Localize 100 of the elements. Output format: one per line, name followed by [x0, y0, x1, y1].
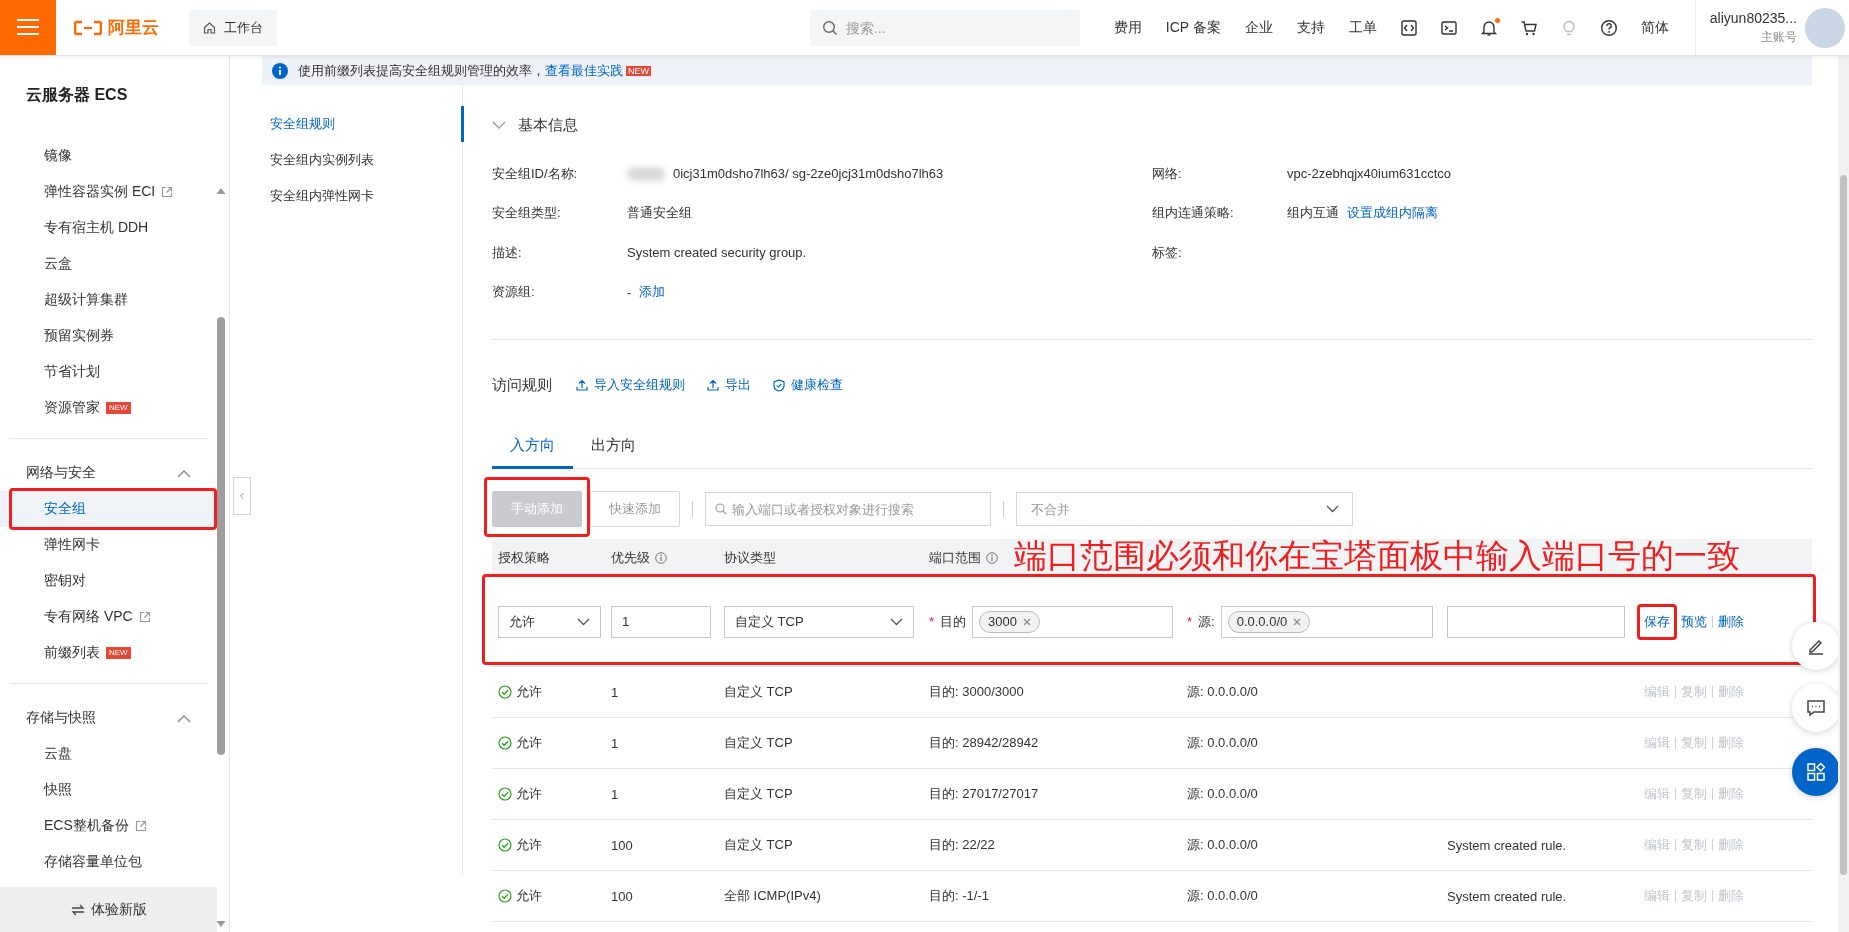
- terminal-icon[interactable]: [1439, 18, 1458, 37]
- description-input[interactable]: [1447, 605, 1625, 638]
- action-link[interactable]: 保存: [1639, 612, 1675, 631]
- field-value: 组内互通: [1287, 204, 1339, 223]
- info-icon: [272, 62, 288, 79]
- collapse-icon[interactable]: [177, 713, 191, 723]
- table-cell: 允许: [516, 887, 542, 905]
- required-mark: *: [929, 614, 935, 629]
- sidebar-item[interactable]: 节省计划: [0, 354, 217, 390]
- code-icon[interactable]: [1399, 18, 1418, 37]
- field-link[interactable]: 设置成组内隔离: [1347, 204, 1438, 223]
- section-title: 访问规则: [492, 375, 552, 395]
- chat-icon: [1806, 698, 1826, 718]
- section-heading[interactable]: 存储与快照: [26, 709, 96, 727]
- table-cell-text: 源: 0.0.0.0/0: [1187, 785, 1259, 803]
- sidebar-item[interactable]: 弹性容器实例 ECI: [0, 174, 217, 210]
- nav-link[interactable]: ICP 备案: [1153, 18, 1233, 37]
- edit-float-button[interactable]: [1792, 622, 1840, 670]
- field-label: 网络:: [1152, 164, 1183, 183]
- nav-link[interactable]: 企业: [1232, 18, 1285, 37]
- field-label: 资源组:: [492, 283, 536, 302]
- port-tag: 3000: [979, 610, 1040, 633]
- user-name[interactable]: aliyun80235...: [1709, 8, 1797, 28]
- language-link[interactable]: 简体: [1628, 18, 1681, 37]
- help-icon[interactable]: [1599, 18, 1618, 37]
- cart-icon[interactable]: [1519, 18, 1538, 37]
- sidebar-item[interactable]: 安全组: [0, 491, 217, 527]
- apps-float-button[interactable]: [1792, 748, 1840, 796]
- sidebar-item[interactable]: 密钥对: [0, 563, 217, 599]
- sidebar-item[interactable]: 快照: [0, 772, 217, 808]
- sidebar-item[interactable]: 弹性网卡: [0, 527, 217, 563]
- table-cell-text: 目的: -1/-1: [929, 887, 990, 905]
- sidebar-item[interactable]: 专有网络 VPC: [0, 599, 217, 635]
- bell-icon[interactable]: [1479, 18, 1498, 37]
- sidebar-item[interactable]: 超级计算集群: [0, 282, 217, 318]
- apps-icon: [1806, 762, 1826, 782]
- table-cell: 允许: [516, 785, 542, 803]
- field-value: -: [627, 284, 632, 300]
- policy-select[interactable]: 允许: [498, 605, 601, 638]
- field-link[interactable]: 添加: [639, 283, 666, 302]
- toolbar-link[interactable]: 导入安全组规则: [576, 376, 685, 394]
- sidebar-item[interactable]: 资源管家 NEW: [0, 390, 217, 426]
- new-version-button[interactable]: 体验新版: [0, 887, 217, 932]
- tab[interactable]: 入方向: [492, 424, 573, 469]
- section-heading[interactable]: 网络与安全: [26, 464, 96, 482]
- subnav-item[interactable]: 安全组规则: [230, 106, 462, 142]
- nav-link[interactable]: 费用: [1101, 18, 1154, 37]
- field-label: 组内连通策略:: [1152, 204, 1235, 223]
- source-field[interactable]: 0.0.0.0/0: [1220, 605, 1433, 638]
- nav-link[interactable]: 支持: [1284, 18, 1337, 37]
- annotation-text: 端口范围必须和你在宝塔面板中输入端口号的一致: [1014, 536, 1740, 576]
- info-icon: [986, 552, 998, 564]
- field-label: 描述:: [492, 243, 523, 262]
- collapse-handle[interactable]: [233, 477, 251, 515]
- column-header: 优先级: [611, 549, 667, 567]
- table-cell: System created rule.: [1447, 837, 1567, 853]
- subnav-item[interactable]: 安全组内实例列表: [230, 142, 462, 178]
- sidebar-item[interactable]: 前缀列表 NEW: [0, 635, 217, 671]
- menu-button[interactable]: [0, 0, 56, 55]
- search-field[interactable]: 搜索...: [809, 9, 1080, 46]
- merge-select[interactable]: 不合并: [1016, 492, 1353, 526]
- tab[interactable]: 出方向: [573, 424, 654, 469]
- scroll-down-icon[interactable]: [216, 920, 226, 928]
- best-practice-link[interactable]: 查看最佳实践: [545, 62, 623, 78]
- account-role: 主账号: [1761, 28, 1797, 46]
- protocol-select[interactable]: 自定义 TCP: [724, 605, 914, 638]
- search-field[interactable]: 输入端口或者授权对象进行搜索: [705, 492, 991, 526]
- subnav-item[interactable]: 安全组内弹性网卡: [230, 178, 462, 214]
- new-badge: NEW: [106, 402, 131, 414]
- table-cell-text: 源: 0.0.0.0/0: [1187, 836, 1259, 854]
- column-header: 端口范围: [929, 549, 998, 567]
- remove-icon[interactable]: [1023, 617, 1031, 626]
- search-icon: [715, 503, 727, 515]
- chat-float-button[interactable]: [1792, 684, 1840, 732]
- sidebar-item[interactable]: 云盘: [0, 736, 217, 772]
- scrollbar-thumb[interactable]: [217, 317, 225, 755]
- sidebar-item[interactable]: 镜像: [0, 138, 217, 174]
- workbench-button[interactable]: 工作台: [189, 9, 277, 46]
- sidebar-item[interactable]: 预留实例券: [0, 318, 217, 354]
- action-link[interactable]: 预览: [1676, 612, 1712, 631]
- field-label: 标签:: [1152, 243, 1183, 262]
- priority-input[interactable]: 1: [611, 605, 711, 638]
- sidebar-item[interactable]: ECS整机备份: [0, 808, 217, 844]
- nav-link[interactable]: 工单: [1336, 18, 1389, 37]
- table-cell: 允许: [516, 836, 542, 854]
- info-icon: [655, 552, 667, 564]
- action-link[interactable]: 删除: [1713, 612, 1749, 631]
- sidebar-item[interactable]: 云盒: [0, 246, 217, 282]
- field-label: 目的: [940, 612, 967, 631]
- port-field[interactable]: 3000: [972, 605, 1173, 638]
- collapse-icon[interactable]: [492, 120, 506, 130]
- collapse-icon[interactable]: [177, 468, 191, 478]
- table-cell-text: 1: [611, 684, 620, 700]
- remove-icon[interactable]: [1293, 617, 1302, 626]
- scroll-up-icon[interactable]: [216, 187, 226, 195]
- scrollbar-thumb[interactable]: [1840, 175, 1847, 875]
- sidebar-item[interactable]: 专有宿主机 DDH: [0, 210, 217, 246]
- toolbar-link[interactable]: 健康检查: [773, 376, 843, 394]
- toolbar-link[interactable]: 导出: [707, 376, 751, 394]
- sidebar-item[interactable]: 存储容量单位包: [0, 844, 217, 880]
